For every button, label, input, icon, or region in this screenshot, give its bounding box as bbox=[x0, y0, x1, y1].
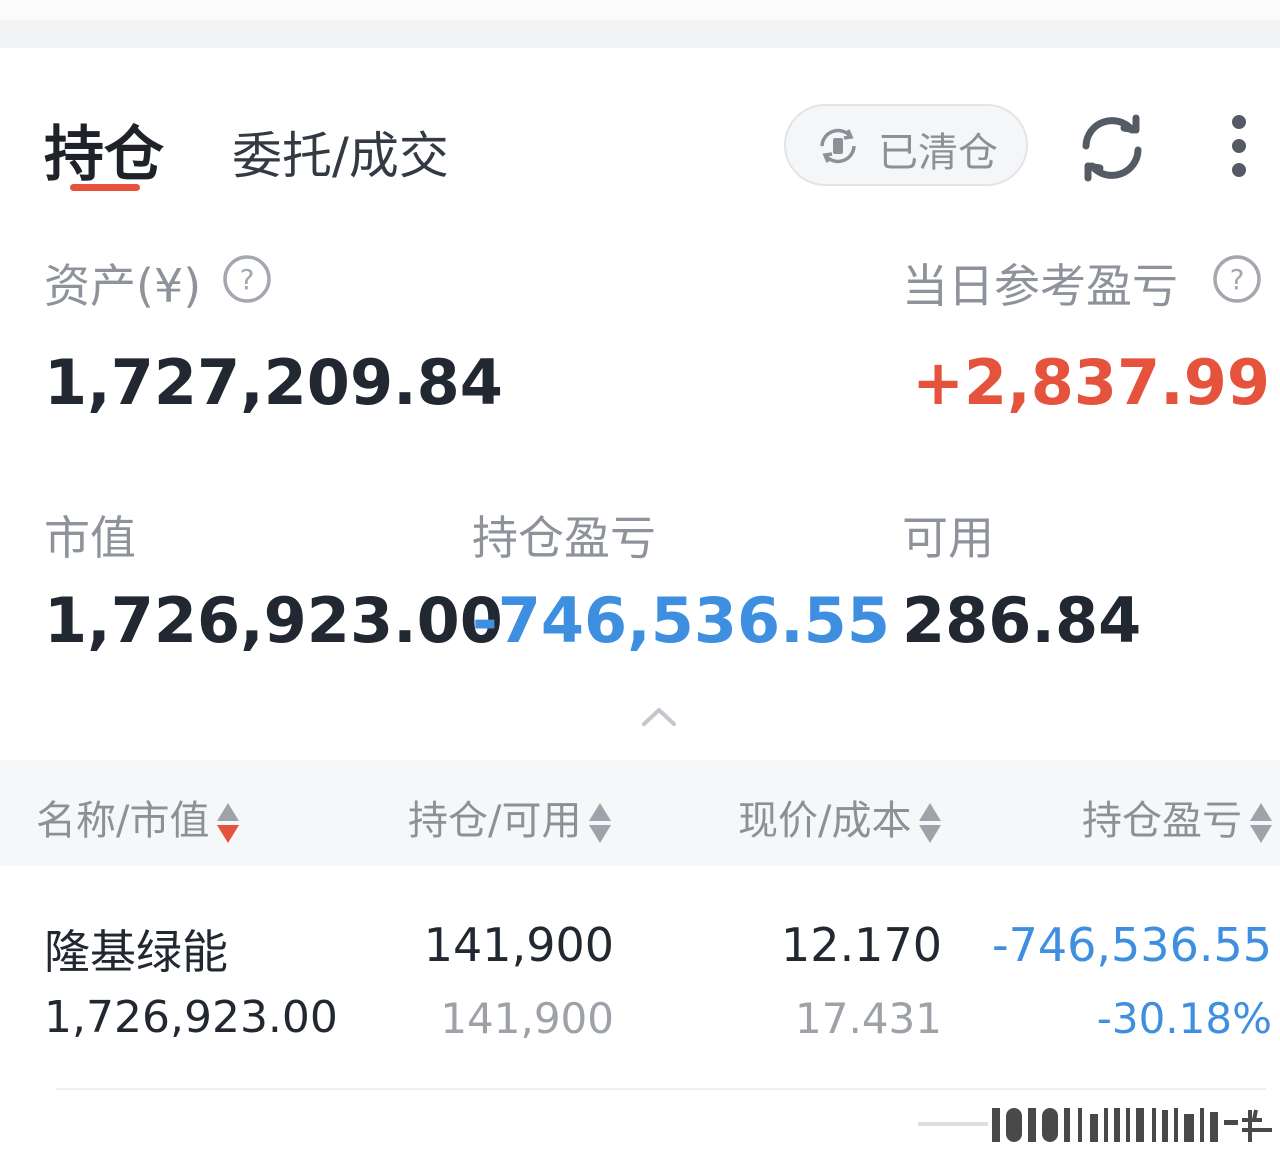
cleared-icon bbox=[820, 128, 856, 164]
column-header-quantity[interactable]: 持仓/可用 bbox=[408, 788, 613, 846]
more-icon[interactable] bbox=[1222, 112, 1256, 180]
sort-icon bbox=[589, 803, 612, 843]
available-quantity: 141,900 bbox=[440, 994, 614, 1043]
daily-pnl-value: +2,837.99 bbox=[912, 346, 1270, 419]
sort-icon bbox=[1250, 803, 1272, 843]
chevron-up-icon[interactable] bbox=[640, 704, 678, 728]
current-price: 12.170 bbox=[781, 918, 942, 972]
market-value: 1,726,923.00 bbox=[44, 584, 503, 657]
column-header-price[interactable]: 现价/成本 bbox=[738, 788, 943, 846]
row-divider bbox=[56, 1088, 1266, 1090]
stock-market-value: 1,726,923.00 bbox=[44, 992, 338, 1043]
tab-active-indicator bbox=[70, 184, 140, 191]
svg-text:?: ? bbox=[240, 263, 255, 296]
position-pnl-value: -746,536.55 bbox=[472, 584, 890, 657]
watermark-logo bbox=[918, 1108, 1272, 1142]
sort-icon bbox=[919, 803, 942, 843]
row-pnl-value: -746,536.55 bbox=[992, 918, 1272, 972]
stock-name: 隆基绿能 bbox=[44, 925, 228, 979]
table-row[interactable]: 隆基绿能 1,726,923.00 141,900 141,900 12.170… bbox=[0, 896, 1280, 1086]
column-header-name[interactable]: 名称/市值 bbox=[36, 788, 241, 846]
market-value-label: 市值 bbox=[44, 511, 136, 565]
assets-label: 资产(¥) bbox=[44, 259, 202, 313]
daily-pnl-label: 当日参考盈亏 bbox=[902, 259, 1178, 313]
refresh-icon[interactable] bbox=[1074, 110, 1150, 186]
row-pnl-percent: -30.18% bbox=[1096, 994, 1272, 1043]
cost-price: 17.431 bbox=[795, 994, 942, 1043]
help-icon[interactable]: ? bbox=[222, 254, 272, 304]
position-quantity: 141,900 bbox=[423, 918, 614, 972]
cleared-positions-button[interactable]: 已清仓 bbox=[784, 104, 1028, 186]
top-strip bbox=[0, 0, 1280, 48]
position-pnl-label: 持仓盈亏 bbox=[472, 511, 656, 565]
cleared-positions-label: 已清仓 bbox=[878, 130, 998, 176]
assets-value: 1,727,209.84 bbox=[44, 346, 503, 419]
tab-orders[interactable]: 委托/成交 bbox=[232, 116, 449, 188]
table-header: 名称/市值 持仓/可用 现价/成本 持仓盈亏 bbox=[0, 760, 1280, 866]
available-label: 可用 bbox=[902, 511, 994, 565]
svg-text:?: ? bbox=[1230, 263, 1245, 296]
top-strip-inner bbox=[0, 0, 1280, 20]
sort-icon bbox=[217, 803, 240, 843]
column-header-label: 现价/成本 bbox=[738, 798, 912, 844]
help-icon[interactable]: ? bbox=[1212, 254, 1262, 304]
column-header-label: 持仓盈亏 bbox=[1082, 798, 1242, 844]
column-header-pnl[interactable]: 持仓盈亏 bbox=[1082, 788, 1274, 846]
column-header-label: 名称/市值 bbox=[36, 798, 210, 844]
column-header-label: 持仓/可用 bbox=[408, 798, 582, 844]
header: 持仓 委托/成交 已清仓 bbox=[0, 48, 1280, 218]
available-value: 286.84 bbox=[902, 584, 1142, 657]
tab-positions[interactable]: 持仓 bbox=[44, 106, 164, 193]
